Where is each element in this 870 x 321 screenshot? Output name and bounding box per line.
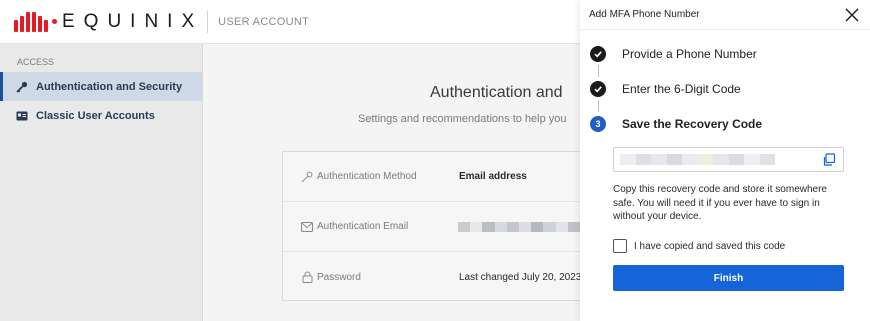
- step-number: 3: [590, 116, 606, 132]
- recovery-code-field[interactable]: [613, 147, 844, 172]
- confirm-saved-checkbox[interactable]: [613, 239, 627, 253]
- drawer-title: Add MFA Phone Number: [589, 9, 700, 20]
- close-button[interactable]: [842, 5, 862, 25]
- settings-row[interactable]: Authentication Email: [283, 202, 581, 252]
- settings-row[interactable]: Authentication Method Email address: [283, 152, 580, 202]
- brand-name: EQUINIX: [62, 10, 204, 32]
- page-title: Authentication and: [430, 84, 563, 101]
- copy-button[interactable]: [822, 153, 836, 167]
- confirm-saved-label[interactable]: I have copied and saved this code: [634, 241, 785, 252]
- drawer-header: Add MFA Phone Number: [580, 0, 870, 30]
- sidebar-item-label: Classic User Accounts: [36, 109, 155, 122]
- page-subtitle: Settings and recommendations to help you: [358, 113, 567, 125]
- row-value: Email address: [459, 171, 527, 182]
- step-connector: [597, 100, 599, 112]
- key-icon: [15, 80, 28, 93]
- step-item: Provide a Phone Number: [590, 44, 762, 79]
- logo-mark-icon: [14, 11, 48, 32]
- id-card-icon: [15, 109, 28, 122]
- close-icon: [845, 8, 859, 22]
- confirm-saved-checkbox-row[interactable]: I have copied and saved this code: [613, 239, 785, 253]
- main-content: Authentication and Settings and recommen…: [204, 44, 582, 321]
- copy-icon: [823, 153, 836, 166]
- sidebar-item-authentication-security[interactable]: Authentication and Security: [0, 72, 202, 101]
- redacted-email: [458, 221, 581, 232]
- logo-dot: [52, 19, 57, 24]
- key-icon: [301, 171, 313, 183]
- settings-card: Authentication Method Email address Auth…: [282, 151, 582, 302]
- header-divider: [207, 10, 209, 33]
- sidebar-item-classic-user-accounts[interactable]: Classic User Accounts: [0, 101, 202, 130]
- recovery-instructions: Copy this recovery code and store it som…: [613, 184, 827, 222]
- row-label: Authentication Method: [317, 171, 417, 182]
- mfa-drawer: Add MFA Phone Number Provide a Phone Num…: [580, 0, 870, 321]
- step-connector: [597, 65, 599, 77]
- step-label: Enter the 6-Digit Code: [622, 82, 741, 96]
- step-label: Provide a Phone Number: [622, 47, 757, 61]
- check-circle-icon: [590, 46, 606, 62]
- header-section-title: USER ACCOUNT: [218, 15, 310, 28]
- sidebar-group-label: ACCESS: [17, 57, 55, 67]
- row-label: Password: [317, 271, 361, 283]
- stepper: Provide a Phone Number Enter the 6-Digit…: [590, 44, 762, 149]
- step-item: Enter the 6-Digit Code: [590, 79, 762, 114]
- lock-icon: [301, 271, 313, 283]
- sidebar: ACCESS Authentication and Security Class…: [0, 44, 203, 321]
- redacted-recovery-code: [620, 154, 775, 165]
- equinix-logo[interactable]: EQUINIX: [14, 11, 203, 33]
- envelope-icon: [301, 221, 313, 233]
- row-label: Authentication Email: [317, 221, 409, 232]
- step-label: Save the Recovery Code: [622, 117, 763, 131]
- check-circle-icon: [590, 81, 606, 97]
- settings-row[interactable]: Password Last changed July 20, 2023: [283, 252, 582, 302]
- finish-button[interactable]: Finish: [613, 265, 844, 291]
- sidebar-item-label: Authentication and Security: [36, 80, 183, 93]
- step-item: 3 Save the Recovery Code: [590, 114, 762, 149]
- row-value: Last changed July 20, 2023: [459, 271, 582, 283]
